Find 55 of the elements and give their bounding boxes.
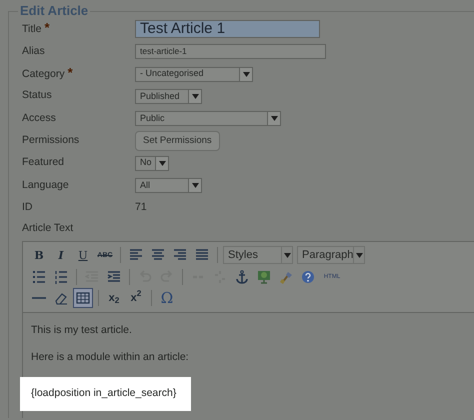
field-label: Status	[22, 89, 52, 102]
horizontal-rule-icon	[32, 297, 46, 300]
field-label: Alias	[22, 44, 45, 57]
editor-paragraph: This is my test article.	[31, 323, 133, 338]
field-label: Permissions	[22, 134, 80, 146]
numbered-list-icon	[54, 270, 68, 284]
italic-button[interactable]: I	[51, 245, 71, 266]
field-label: Category	[22, 68, 65, 80]
broom-icon	[279, 270, 293, 284]
select-field[interactable]: All	[135, 178, 202, 194]
image-icon	[257, 270, 271, 284]
select-field[interactable]: Public	[135, 111, 281, 126]
table-button[interactable]	[73, 288, 93, 308]
script-button[interactable]: x$_{2}$	[104, 288, 124, 308]
editor-paragraph: Here is a module within an article:	[31, 350, 190, 365]
script-button[interactable]: x$^{2}$	[126, 288, 146, 308]
field-label: Featured	[22, 156, 64, 168]
caret-icon	[356, 252, 363, 258]
field-label: Access	[22, 112, 56, 124]
toolbar-dropdown[interactable]: Styles	[223, 246, 293, 264]
select-field[interactable]: - Uncategorised	[135, 66, 253, 82]
eraser-icon	[54, 291, 68, 306]
alias-field[interactable]: test-article-1	[135, 44, 326, 60]
caret-icon	[284, 252, 290, 258]
editor-paragraph: {loadposition in_article_search}	[20, 376, 191, 412]
toolbar-dropdown[interactable]: Paragraph	[297, 246, 365, 264]
select-field[interactable]: Published	[135, 88, 202, 104]
editor-label: Article Text	[22, 220, 74, 236]
select-field[interactable]: No	[135, 156, 169, 171]
caret-icon	[242, 72, 250, 77]
align-left-icon	[129, 248, 143, 262]
field-label: ID	[22, 200, 32, 213]
underline-button[interactable]: U	[73, 245, 93, 266]
caret-icon	[192, 183, 198, 188]
caret-icon	[192, 94, 198, 99]
bold-button[interactable]: B	[29, 245, 49, 266]
justify-icon	[195, 248, 209, 262]
field-label: Title	[22, 23, 42, 36]
align-right-icon	[173, 248, 187, 262]
bulleted-list-icon	[32, 270, 46, 284]
indent-icon	[107, 270, 121, 284]
align-center-icon	[151, 248, 165, 262]
help-icon	[301, 270, 315, 284]
form-legend: Edit Article	[18, 5, 90, 18]
title-field[interactable]: Test Article 1	[135, 20, 320, 38]
required-mark: *	[68, 64, 73, 80]
required-mark: *	[44, 20, 50, 36]
set-permissions-button[interactable]: Set Permissions	[135, 130, 220, 152]
table-icon	[76, 291, 90, 306]
special-character-button[interactable]: Ω	[157, 288, 177, 308]
caret-icon	[270, 116, 278, 122]
id-value: 71	[135, 200, 147, 215]
caret-icon	[158, 160, 166, 166]
anchor-icon	[235, 270, 249, 284]
field-label: Language	[22, 178, 69, 191]
